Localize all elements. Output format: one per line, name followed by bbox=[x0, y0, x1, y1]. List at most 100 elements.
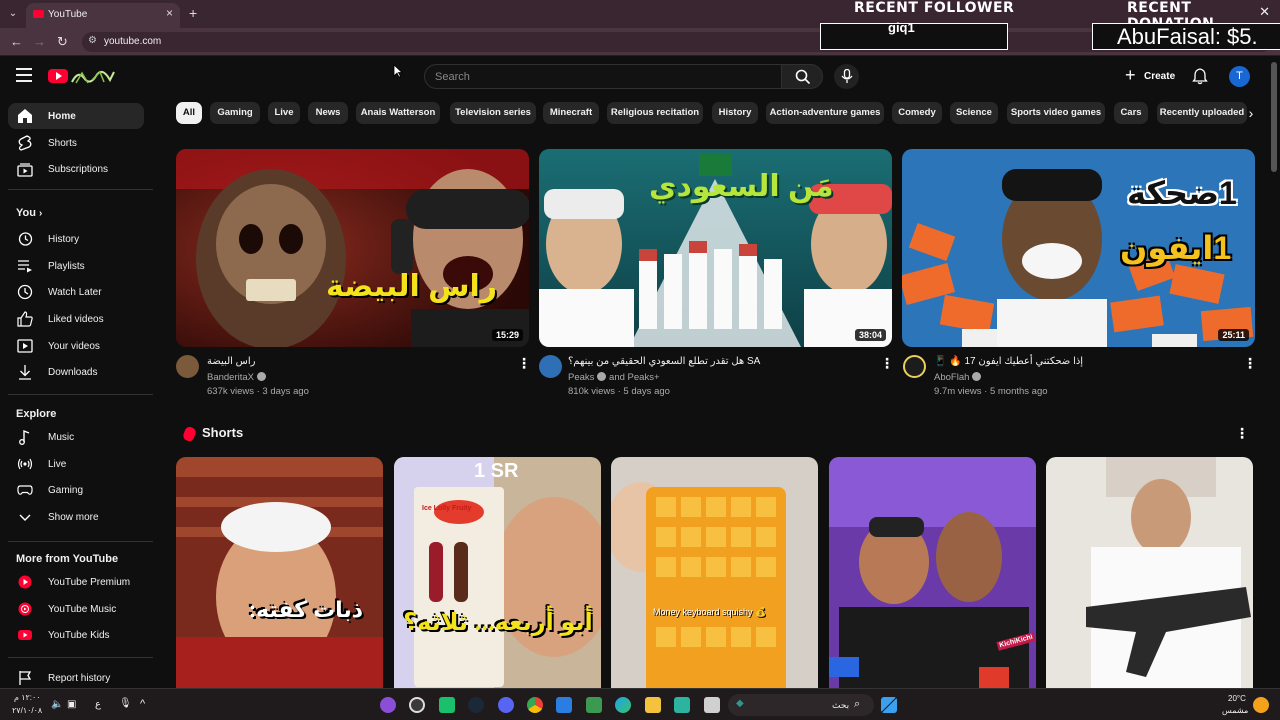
chevron-right-icon[interactable]: › bbox=[1240, 102, 1262, 124]
weather-temp[interactable]: 20°C bbox=[1228, 694, 1246, 703]
youtube-music-icon bbox=[18, 602, 32, 616]
tab-close-icon[interactable]: × bbox=[166, 6, 173, 20]
sidebar-item-music[interactable]: Music bbox=[8, 424, 144, 450]
channel-name[interactable]: Peaks and Peaks+ bbox=[568, 372, 660, 383]
filter-chip[interactable]: History bbox=[712, 102, 758, 124]
edge-icon[interactable] bbox=[615, 697, 631, 713]
channel-avatar[interactable] bbox=[176, 355, 199, 378]
video-thumbnail[interactable]: 1ضحكة 1ايفون 25:11 bbox=[902, 149, 1255, 347]
filter-chip[interactable]: Live bbox=[268, 102, 300, 124]
sidebar-item-youtube-premium[interactable]: YouTube Premium bbox=[8, 569, 144, 595]
weather-desc[interactable]: مشمس bbox=[1222, 706, 1248, 715]
new-tab-button[interactable]: + bbox=[189, 5, 197, 21]
sidebar-item-playlists[interactable]: Playlists bbox=[8, 253, 144, 279]
search-button[interactable] bbox=[781, 64, 823, 89]
notifications-bell-icon[interactable] bbox=[1192, 68, 1208, 85]
input-language[interactable]: ع bbox=[95, 699, 101, 710]
filter-chip[interactable]: Cars bbox=[1114, 102, 1148, 124]
more-actions-icon[interactable]: ⋮ bbox=[517, 355, 531, 371]
search-box bbox=[424, 64, 782, 89]
app-icon-teal[interactable] bbox=[674, 697, 690, 713]
sidebar-item-shorts[interactable]: Shorts bbox=[8, 130, 144, 156]
account-avatar[interactable]: T bbox=[1229, 66, 1250, 87]
youtube-doodle-logo[interactable] bbox=[70, 68, 116, 85]
tab-list-button[interactable]: ⌄ bbox=[4, 5, 22, 23]
video-thumbnail[interactable]: راس البيضة 15:29 bbox=[176, 149, 529, 347]
more-actions-icon[interactable]: ⋮ bbox=[1243, 355, 1257, 371]
taskbar-search-box[interactable]: ◆ بحث ⌕ bbox=[728, 694, 874, 716]
sidebar-item-home[interactable]: Home bbox=[8, 103, 144, 129]
sidebar-item-history[interactable]: History bbox=[8, 226, 144, 252]
sidebar-item-show-more[interactable]: Show more bbox=[8, 504, 144, 530]
channel-avatar[interactable] bbox=[903, 355, 926, 378]
back-icon[interactable]: ← bbox=[10, 34, 23, 49]
short-card[interactable]: 1 SR Ice Lolly Fruity أبو أربعه... ثلاثه… bbox=[394, 457, 601, 697]
display-icon[interactable]: ▣ bbox=[67, 699, 76, 710]
filter-chip[interactable]: Anais Watterson bbox=[356, 102, 440, 124]
sidebar-item-live[interactable]: Live bbox=[8, 451, 144, 477]
store-icon[interactable] bbox=[586, 697, 602, 713]
mail-icon[interactable] bbox=[556, 697, 572, 713]
video-title[interactable]: راس البيضة bbox=[207, 356, 256, 367]
sidebar-item-gaming[interactable]: Gaming bbox=[8, 477, 144, 503]
obs-app-icon[interactable] bbox=[380, 697, 396, 713]
sidebar-item-your-videos[interactable]: Your videos bbox=[8, 333, 144, 359]
microphone-tray-icon[interactable]: 🎙 bbox=[119, 698, 132, 709]
discord-icon[interactable] bbox=[498, 697, 514, 713]
youtube-logo-icon[interactable] bbox=[48, 69, 68, 83]
steam-icon[interactable] bbox=[468, 697, 484, 713]
youtube-kids-icon bbox=[18, 630, 32, 640]
filter-chip[interactable]: Minecraft bbox=[543, 102, 599, 124]
filter-chip[interactable]: Action-adventure games bbox=[766, 102, 884, 124]
browser-tab[interactable]: YouTube × bbox=[26, 3, 180, 28]
app-icon-green[interactable] bbox=[439, 697, 455, 713]
app-icon-window[interactable] bbox=[704, 697, 720, 713]
clock-date[interactable]: ٢٧/١٠/٠٨ bbox=[12, 706, 42, 715]
filter-chip[interactable]: Religious recitation bbox=[607, 102, 703, 124]
short-card[interactable]: Money keyboard squishy 💰 bbox=[611, 457, 818, 697]
sidebar-item-liked-videos[interactable]: Liked videos bbox=[8, 306, 144, 332]
filter-chip[interactable]: News bbox=[308, 102, 348, 124]
reload-icon[interactable]: ↻ bbox=[57, 34, 68, 50]
filter-chip[interactable]: Recently uploaded bbox=[1157, 102, 1247, 124]
voice-search-button[interactable] bbox=[834, 64, 859, 89]
channel-name[interactable]: AboFlah bbox=[934, 372, 982, 383]
sidebar-item-subscriptions[interactable]: Subscriptions bbox=[8, 156, 144, 182]
windows-start-icon[interactable] bbox=[881, 697, 897, 713]
sidebar-item-youtube-kids[interactable]: YouTube Kids bbox=[8, 622, 144, 648]
short-card[interactable]: ذبات كفته: bbox=[176, 457, 383, 697]
page-scrollbar[interactable] bbox=[1271, 62, 1277, 172]
menu-icon[interactable] bbox=[16, 68, 32, 86]
sidebar-heading-you[interactable]: You › bbox=[16, 207, 42, 219]
video-title[interactable]: SA هل تقدر تطلع السعودي الحقيقي من بينهم… bbox=[568, 356, 760, 367]
flag-icon bbox=[19, 671, 32, 685]
short-card[interactable]: KichiKichi bbox=[829, 457, 1036, 697]
site-info-icon[interactable]: ⚙ bbox=[88, 35, 97, 46]
recent-donation-box: AbuFaisal: $5. bbox=[1092, 23, 1280, 50]
filter-chip[interactable]: Science bbox=[950, 102, 998, 124]
short-card[interactable] bbox=[1046, 457, 1253, 697]
create-button[interactable]: + Create bbox=[1120, 64, 1176, 89]
filter-chip[interactable]: Television series bbox=[450, 102, 536, 124]
file-explorer-icon[interactable] bbox=[645, 697, 661, 713]
clock-time[interactable]: ١٢:٠٠ م bbox=[14, 693, 41, 702]
search-input[interactable] bbox=[435, 69, 755, 85]
filter-chip[interactable]: Comedy bbox=[892, 102, 942, 124]
more-actions-icon[interactable]: ⋮ bbox=[880, 355, 894, 371]
sidebar-item-watch-later[interactable]: Watch Later bbox=[8, 279, 144, 305]
filter-chip[interactable]: All bbox=[176, 102, 202, 124]
forward-icon[interactable]: → bbox=[33, 34, 46, 49]
chrome-icon[interactable] bbox=[527, 697, 543, 713]
video-title[interactable]: إذا ضحكتني أعطيك ايفون 17 🔥 📱 bbox=[934, 356, 1083, 367]
filter-chip[interactable]: Gaming bbox=[210, 102, 260, 124]
video-thumbnail[interactable]: مَن السعودي 38:04 bbox=[539, 149, 892, 347]
sidebar-item-youtube-music[interactable]: YouTube Music bbox=[8, 596, 144, 622]
volume-icon[interactable]: 🔈 bbox=[51, 699, 63, 710]
filter-chip[interactable]: Sports video games bbox=[1007, 102, 1105, 124]
obs-studio-icon[interactable] bbox=[409, 697, 425, 713]
channel-name[interactable]: BanderitaX bbox=[207, 372, 267, 383]
sidebar-item-downloads[interactable]: Downloads bbox=[8, 359, 144, 385]
shorts-more-icon[interactable]: ⋮ bbox=[1235, 425, 1249, 441]
channel-avatar[interactable] bbox=[539, 355, 562, 378]
tray-overflow-chevron-icon[interactable]: ^ bbox=[140, 698, 145, 710]
